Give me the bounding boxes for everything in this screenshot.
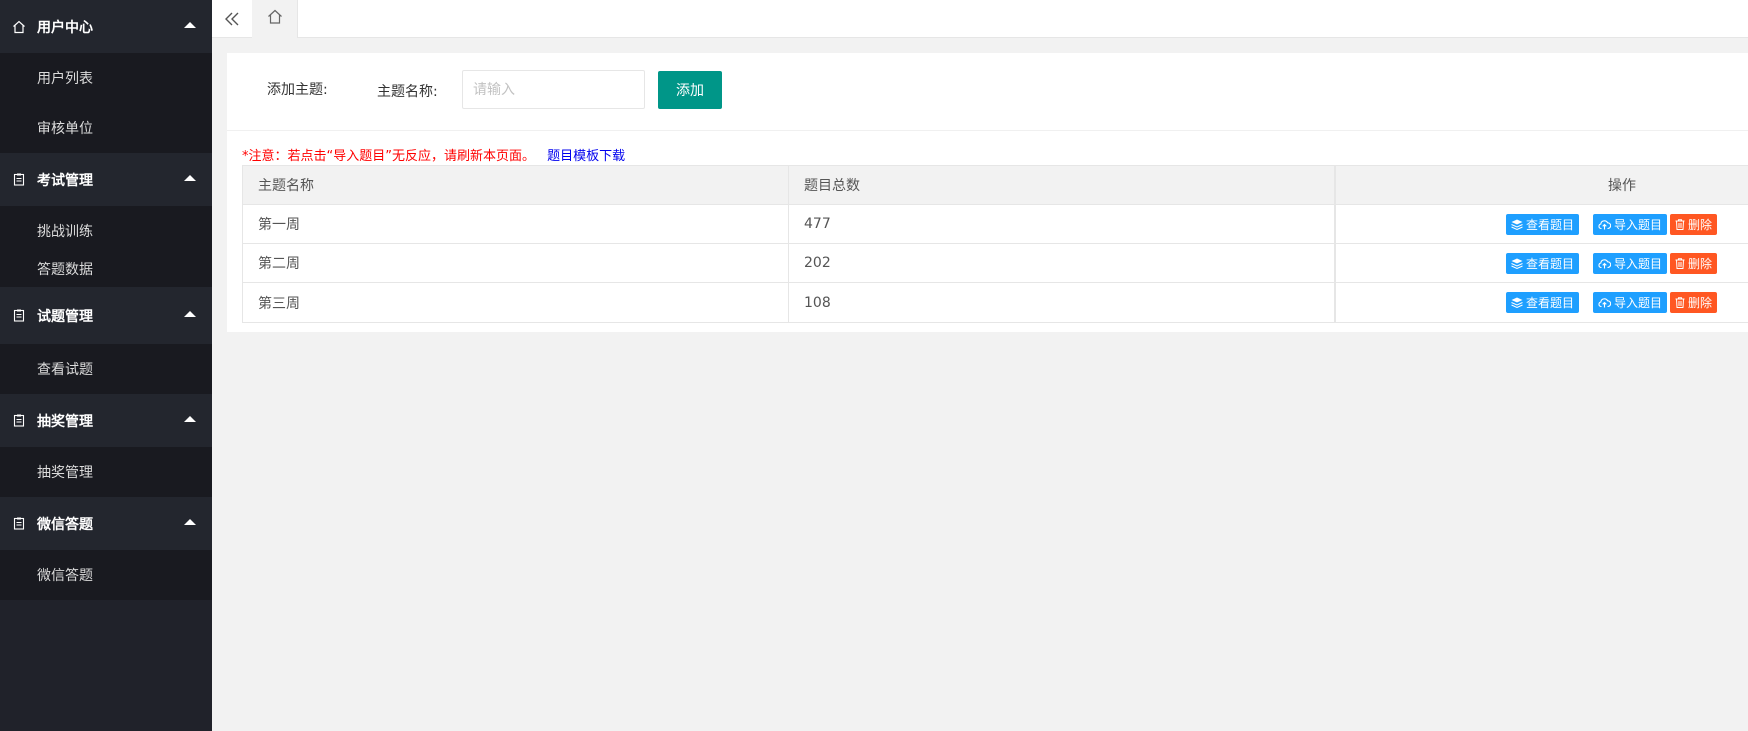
nav-group-items: 用户列表 审核单位 [0,53,212,153]
column-header-actions: 操作 [1335,166,1748,204]
topic-name-cell: 第三周 [243,283,789,322]
import-questions-label: 导入题目 [1613,296,1662,310]
cloud-upload-icon [1598,219,1611,229]
layers-icon [1511,219,1523,230]
topic-name-cell: 第二周 [243,244,789,282]
nav-group-questions[interactable]: 试题管理 [0,287,212,344]
double-chevron-left-icon[interactable] [212,0,252,38]
delete-label: 删除 [1687,256,1712,271]
nav-group-label: 微信答题 [37,516,93,533]
add-topic-form: 添加主题: 主题名称: 添加 [227,53,1748,131]
clipboard-icon [11,308,26,323]
clipboard-icon [11,172,26,187]
cloud-upload-icon [1598,298,1611,308]
nav-group-items: 挑战训练 答题数据 [0,206,212,287]
import-questions-button[interactable]: 导入题目 [1592,292,1667,313]
sidebar: 用户中心 用户列表 审核单位 考试管理 挑战训练 答题数据 试题管理 查看试题 … [0,0,212,731]
add-button[interactable]: 添加 [658,71,722,109]
nav-group-items: 查看试题 [0,344,212,394]
view-questions-label: 查看题目 [1525,256,1574,271]
cloud-upload-icon [1598,258,1611,268]
nav-group-label: 抽奖管理 [37,413,93,430]
table-row: 第一周 477 查看题目 导入题目 删除 [243,205,1748,244]
import-questions-button[interactable]: 导入题目 [1592,252,1667,274]
refresh-warning: *注意：若点击“导入题目”无反应，请刷新本页面。 [242,149,535,164]
delete-button[interactable]: 删除 [1669,252,1717,274]
view-questions-button[interactable]: 查看题目 [1505,213,1579,235]
view-questions-button[interactable]: 查看题目 [1505,292,1579,313]
home-tab[interactable] [252,0,298,38]
topic-name-input[interactable] [462,70,645,109]
sidebar-item-answer-data[interactable]: 答题数据 [0,251,212,287]
trash-icon [1675,257,1685,269]
sidebar-item-review-unit[interactable]: 审核单位 [0,103,212,153]
trash-icon [1675,218,1685,230]
nav-group-wechat[interactable]: 微信答题 [0,497,212,550]
caret-up-icon [184,175,196,181]
topic-name-label: 主题名称: [377,84,438,100]
sidebar-item-challenge[interactable]: 挑战训练 [0,206,212,251]
import-questions-button[interactable]: 导入题目 [1592,213,1667,235]
sidebar-item-view-questions[interactable]: 查看试题 [0,344,212,394]
topic-name-cell: 第一周 [243,205,789,243]
actions-cell: 查看题目 导入题目 删除 [1335,244,1748,282]
nav-group-items: 微信答题 [0,550,212,600]
question-count-cell: 108 [789,283,1335,322]
nav-group-label: 考试管理 [37,172,93,189]
sidebar-item-lottery[interactable]: 抽奖管理 [0,447,212,497]
layers-icon [1511,297,1523,308]
table-row: 第三周 108 查看题目 导入题目 删除 [243,283,1748,322]
form-title: 添加主题: [267,82,328,98]
caret-up-icon [184,519,196,525]
trash-icon [1675,297,1685,308]
view-questions-label: 查看题目 [1525,217,1574,232]
sidebar-item-wechat-quiz[interactable]: 微信答题 [0,550,212,600]
table-header-row: 主题名称 题目总数 操作 [243,166,1748,205]
home-icon [11,19,26,34]
actions-cell: 查看题目 导入题目 删除 [1335,205,1748,243]
top-bar [212,0,1748,38]
question-count-cell: 477 [789,205,1335,243]
view-questions-button[interactable]: 查看题目 [1505,252,1579,274]
import-questions-label: 导入题目 [1613,256,1662,271]
nav-group-items: 抽奖管理 [0,447,212,497]
actions-cell: 查看题目 导入题目 删除 [1335,283,1748,322]
nav-group-label: 试题管理 [37,308,93,325]
question-count-cell: 202 [789,244,1335,282]
column-header-name: 主题名称 [243,166,789,204]
caret-up-icon [184,311,196,317]
topic-table: 主题名称 题目总数 操作 第一周 477 查看题目 导入题目 删除 第二周 20… [242,165,1748,323]
caret-up-icon [184,22,196,28]
notice: *注意：若点击“导入题目”无反应，请刷新本页面。 题目模板下载 [242,145,625,164]
nav-group-exam[interactable]: 考试管理 [0,153,212,206]
column-header-count: 题目总数 [789,166,1335,204]
nav-group-user-center[interactable]: 用户中心 [0,0,212,53]
import-questions-label: 导入题目 [1613,217,1662,232]
caret-up-icon [184,416,196,422]
nav-group-lottery[interactable]: 抽奖管理 [0,394,212,447]
layers-icon [1511,258,1523,269]
delete-button[interactable]: 删除 [1669,292,1717,313]
content-card: 添加主题: 主题名称: 添加 *注意：若点击“导入题目”无反应，请刷新本页面。 … [227,53,1748,332]
sidebar-item-user-list[interactable]: 用户列表 [0,53,212,103]
view-questions-label: 查看题目 [1525,296,1574,310]
clipboard-icon [11,413,26,428]
delete-button[interactable]: 删除 [1669,213,1717,235]
clipboard-icon [11,516,26,531]
delete-label: 删除 [1687,296,1712,310]
nav-group-label: 用户中心 [37,19,93,36]
delete-label: 删除 [1687,217,1712,232]
home-icon [267,9,283,29]
table-row: 第二周 202 查看题目 导入题目 删除 [243,244,1748,283]
template-download-link[interactable]: 题目模板下载 [547,149,625,164]
